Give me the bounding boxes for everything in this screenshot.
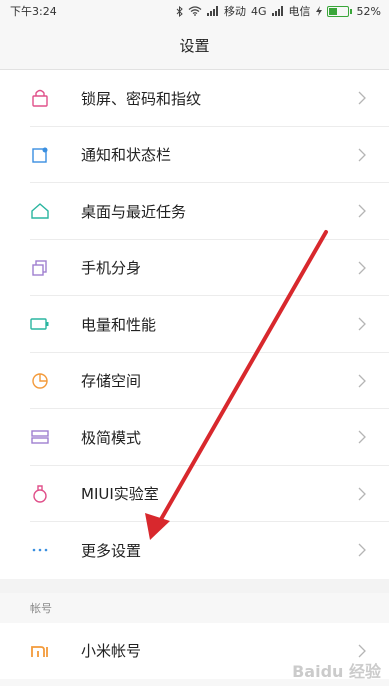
chevron-right-icon: [358, 91, 366, 105]
signal-icon-2: [271, 6, 283, 16]
settings-item[interactable]: 桌面与最近任务: [0, 183, 389, 240]
settings-item[interactable]: MIUI实验室: [0, 466, 389, 523]
chevron-right-icon: [358, 487, 366, 501]
settings-item-label: 小米帐号: [81, 642, 142, 661]
chevron-right-icon: [358, 430, 366, 444]
battery-icon: [30, 314, 50, 334]
battery-icon: [326, 5, 352, 17]
settings-item[interactable]: 通知和状态栏: [0, 127, 389, 184]
settings-item-label: 桌面与最近任务: [81, 202, 187, 221]
charging-icon: [315, 6, 322, 16]
status-bar: 下午3:24 移动 4G 电信 52%: [0, 0, 389, 22]
settings-item[interactable]: 小米帐号: [0, 623, 389, 680]
chevron-right-icon: [358, 204, 366, 218]
simple-mode-icon: [30, 427, 50, 447]
settings-item[interactable]: 存储空间: [0, 353, 389, 410]
clone-icon: [30, 258, 50, 278]
home-icon: [30, 201, 50, 221]
chevron-right-icon: [358, 261, 366, 275]
settings-item-label: 电量和性能: [81, 315, 157, 334]
signal-icon-1: [207, 6, 219, 16]
settings-item[interactable]: 锁屏、密码和指纹: [0, 70, 389, 127]
lock-icon: [30, 88, 50, 108]
chevron-right-icon: [358, 317, 366, 331]
section-divider: [0, 578, 389, 593]
battery-percent: 52%: [356, 4, 381, 18]
more-dots-icon: [30, 540, 50, 560]
carrier-1: 移动: [224, 5, 247, 18]
settings-item-label: MIUI实验室: [81, 485, 159, 504]
settings-item[interactable]: 电量和性能: [0, 296, 389, 353]
settings-item[interactable]: 更多设置: [0, 522, 389, 579]
network-type: 4G: [251, 4, 267, 18]
mi-logo-icon: [30, 641, 50, 661]
settings-item[interactable]: 手机分身: [0, 240, 389, 297]
page-header: 设置: [0, 22, 389, 70]
account-section-header: 帐号: [0, 592, 389, 623]
status-time: 下午3:24: [10, 5, 57, 18]
settings-item[interactable]: 极简模式: [0, 409, 389, 466]
storage-pie-icon: [30, 371, 50, 391]
settings-item-label: 通知和状态栏: [81, 146, 172, 165]
wifi-icon: [188, 6, 202, 16]
chevron-right-icon: [358, 374, 366, 388]
carrier-2: 电信: [288, 5, 311, 18]
page-title: 设置: [179, 37, 210, 55]
flask-icon: [30, 484, 50, 504]
settings-list: 锁屏、密码和指纹 通知和状态栏 桌面与最近任务 手机分身电量和性能存储空间极简模式 MI…: [0, 70, 389, 579]
account-list: 小米帐号: [0, 622, 389, 680]
notification-icon: [30, 145, 50, 165]
bluetooth-icon: [176, 5, 183, 17]
chevron-right-icon: [358, 543, 366, 557]
settings-item-label: 存储空间: [81, 372, 142, 391]
chevron-right-icon: [358, 148, 366, 162]
settings-item-label: 极简模式: [81, 428, 142, 447]
settings-item-label: 更多设置: [81, 541, 142, 560]
settings-item-label: 锁屏、密码和指纹: [81, 89, 202, 108]
settings-item-label: 手机分身: [81, 259, 142, 278]
account-section-title: 帐号: [30, 601, 52, 615]
chevron-right-icon: [358, 644, 366, 658]
